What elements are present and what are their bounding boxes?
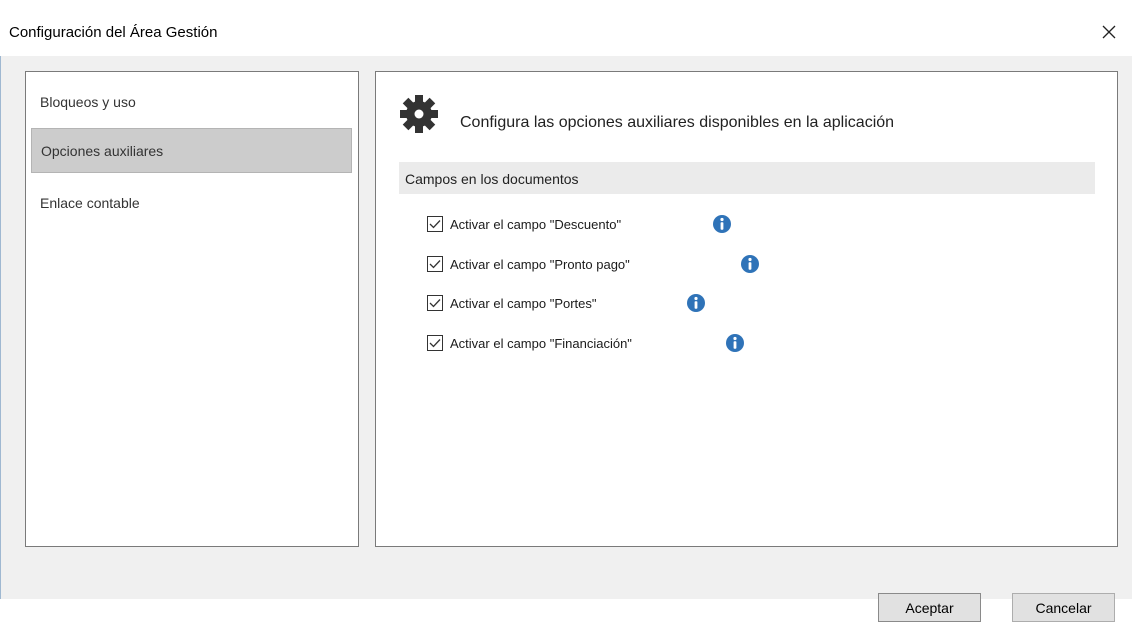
info-icon[interactable]: [712, 214, 732, 234]
sidebar: Bloqueos y uso Opciones auxiliares Enlac…: [25, 71, 359, 547]
info-icon[interactable]: [725, 333, 745, 353]
section-title: Campos en los documentos: [405, 171, 579, 187]
close-button[interactable]: [1086, 14, 1132, 50]
page-heading: Configura las opciones auxiliares dispon…: [460, 114, 895, 131]
info-icon[interactable]: [686, 293, 706, 313]
sidebar-item-label: Enlace contable: [40, 195, 140, 211]
option-label[interactable]: Activar el campo "Pronto pago": [450, 257, 630, 272]
info-icon[interactable]: [740, 254, 760, 274]
option-pronto-pago: Activar el campo "Pronto pago": [427, 253, 767, 275]
checkbox-portes[interactable]: [427, 295, 443, 311]
gear-icon: [400, 95, 438, 133]
checkbox-descuento[interactable]: [427, 216, 443, 232]
option-label[interactable]: Activar el campo "Portes": [450, 296, 597, 311]
close-icon: [1102, 25, 1116, 39]
option-label[interactable]: Activar el campo "Financiación": [450, 336, 632, 351]
options-panel: Configura las opciones auxiliares dispon…: [375, 71, 1118, 547]
ok-button[interactable]: Aceptar: [878, 593, 981, 622]
option-label[interactable]: Activar el campo "Descuento": [450, 217, 621, 232]
sidebar-item-label: Bloqueos y uso: [40, 94, 136, 110]
sidebar-item-enlace-contable[interactable]: Enlace contable: [31, 190, 352, 235]
checkbox-financiacion[interactable]: [427, 335, 443, 351]
dialog-body: Bloqueos y uso Opciones auxiliares Enlac…: [0, 56, 1132, 622]
option-descuento: Activar el campo "Descuento": [427, 213, 737, 235]
option-portes: Activar el campo "Portes": [427, 292, 707, 314]
title-bar: Configuración del Área Gestión: [0, 0, 1132, 56]
sidebar-item-opciones-auxiliares[interactable]: Opciones auxiliares: [31, 128, 352, 173]
sidebar-item-label: Opciones auxiliares: [41, 143, 164, 159]
checkbox-pronto-pago[interactable]: [427, 256, 443, 272]
window-title: Configuración del Área Gestión: [9, 24, 218, 41]
section-header: Campos en los documentos: [399, 162, 1095, 194]
option-financiacion: Activar el campo "Financiación": [427, 332, 757, 354]
cancel-button[interactable]: Cancelar: [1012, 593, 1115, 622]
